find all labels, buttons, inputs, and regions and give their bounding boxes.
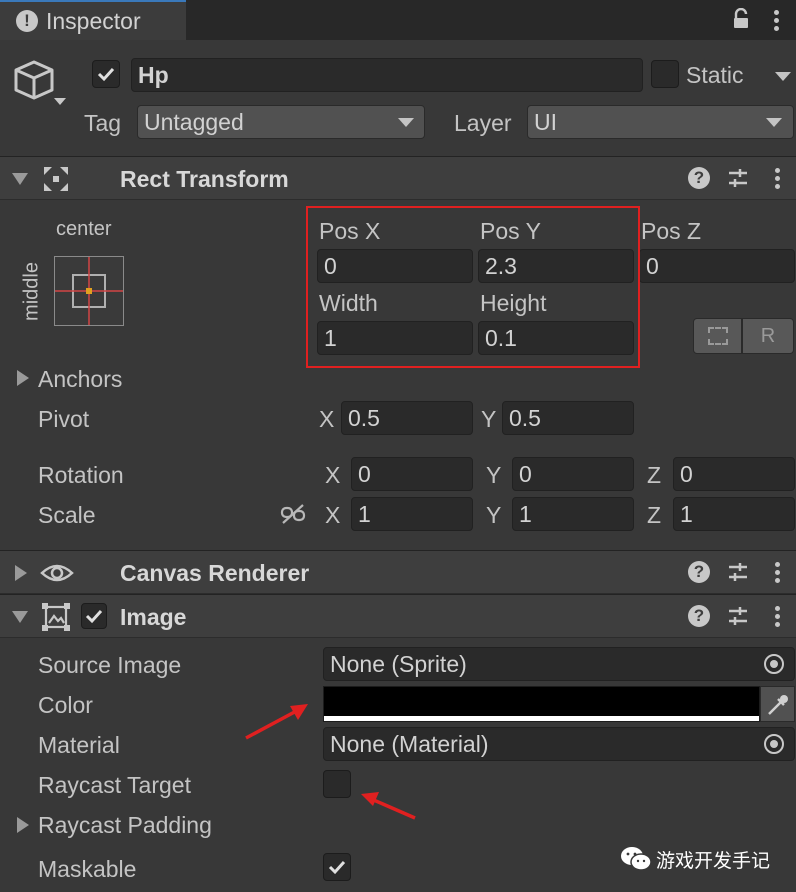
object-name-input[interactable]: Hp (131, 58, 643, 92)
pivot-y-input[interactable]: 0.5 (502, 401, 634, 435)
anchor-v-label: middle (20, 262, 43, 321)
active-checkbox[interactable] (92, 60, 120, 88)
source-image-label: Source Image (38, 652, 182, 678)
static-dropdown-icon[interactable] (775, 72, 791, 81)
pivot-x-input[interactable]: 0.5 (341, 401, 473, 435)
scale-z-label: Z (647, 502, 662, 528)
scale-x-label: X (325, 502, 341, 528)
presets-icon[interactable] (727, 605, 749, 627)
rotation-z-label: Z (647, 462, 662, 488)
material-label: Material (38, 732, 120, 758)
scale-x-input[interactable]: 1 (351, 497, 473, 531)
static-checkbox[interactable] (651, 60, 679, 88)
image-header[interactable]: Image ? (0, 594, 796, 638)
component-menu-icon[interactable] (775, 562, 781, 586)
component-menu-icon[interactable] (775, 606, 781, 630)
image-component-icon (42, 603, 70, 631)
help-icon[interactable]: ? (688, 561, 710, 583)
raycast-padding-label[interactable]: Raycast Padding (38, 812, 212, 839)
presets-icon[interactable] (727, 167, 749, 189)
layer-value: UI (534, 108, 557, 135)
material-value: None (Material) (330, 730, 489, 757)
tag-value: Untagged (144, 108, 244, 135)
chevron-down-icon (766, 118, 782, 127)
color-field[interactable] (323, 686, 760, 722)
lock-icon[interactable] (732, 7, 750, 30)
chevron-down-icon (398, 118, 414, 127)
raycast-target-label: Raycast Target (38, 772, 191, 798)
pivot-label: Pivot (38, 406, 90, 432)
info-icon: ! (16, 10, 38, 32)
static-label: Static (686, 62, 744, 88)
canvas-renderer-title: Canvas Renderer (120, 560, 310, 586)
object-picker-icon[interactable] (764, 654, 784, 674)
tag-label: Tag (84, 110, 122, 136)
rotation-y-label: Y (486, 462, 502, 488)
pivot-y-label: Y (481, 406, 497, 432)
scale-y-input[interactable]: 1 (512, 497, 634, 531)
eyedropper-button[interactable] (760, 686, 795, 722)
annotation-arrow (245, 704, 308, 740)
layer-dropdown[interactable]: UI (527, 105, 794, 139)
component-menu-icon[interactable] (775, 168, 781, 192)
scale-label: Scale (38, 502, 96, 528)
pos-z-input[interactable]: 0 (639, 249, 795, 283)
scale-y-label: Y (486, 502, 502, 528)
constrain-proportions-icon[interactable] (280, 503, 306, 525)
scale-z-input[interactable]: 1 (673, 497, 795, 531)
eyedropper-icon (768, 695, 788, 715)
eye-icon (40, 561, 74, 585)
pos-z-label: Pos Z (641, 218, 702, 244)
layer-label: Layer (454, 110, 512, 136)
material-field[interactable]: None (Material) (323, 727, 795, 761)
anchor-h-label: center (56, 218, 112, 240)
maskable-checkbox[interactable] (323, 853, 351, 881)
watermark-text: 游戏开发手记 (656, 850, 771, 872)
tag-dropdown[interactable]: Untagged (137, 105, 425, 139)
raycast-padding-foldout-icon[interactable] (17, 817, 29, 833)
tab-menu-icon[interactable] (774, 10, 780, 34)
raycast-target-checkbox[interactable] (323, 770, 351, 798)
anchors-foldout-icon[interactable] (17, 370, 29, 386)
image-title: Image (120, 604, 187, 630)
source-image-field[interactable]: None (Sprite) (323, 647, 795, 681)
maskable-label: Maskable (38, 856, 137, 882)
dashed-rect-icon (708, 327, 728, 345)
rotation-label: Rotation (38, 462, 124, 488)
rotation-x-input[interactable]: 0 (351, 457, 473, 491)
presets-icon[interactable] (727, 561, 749, 583)
foldout-arrow-icon[interactable] (12, 173, 28, 185)
help-icon[interactable]: ? (688, 167, 710, 189)
rect-transform-header[interactable]: Rect Transform ? (0, 156, 796, 200)
raw-edit-button[interactable]: R (742, 318, 794, 354)
pivot-x-label: X (319, 406, 335, 432)
rotation-x-label: X (325, 462, 341, 488)
highlight-box (306, 206, 640, 368)
wechat-logo-icon (620, 845, 652, 873)
foldout-arrow-icon[interactable] (12, 611, 28, 623)
annotation-arrow (361, 792, 416, 820)
foldout-arrow-icon[interactable] (15, 565, 27, 581)
tab-inspector[interactable]: ! Inspector (0, 0, 186, 40)
image-enabled-checkbox[interactable] (81, 603, 107, 629)
rotation-y-input[interactable]: 0 (512, 457, 634, 491)
source-image-value: None (Sprite) (330, 650, 467, 677)
gameobject-cube-icon (12, 58, 68, 110)
canvas-renderer-header[interactable]: Canvas Renderer ? (0, 550, 796, 594)
tab-title: Inspector (46, 8, 141, 34)
anchor-preset-button[interactable] (54, 256, 124, 326)
rect-transform-title: Rect Transform (120, 166, 289, 192)
color-label: Color (38, 692, 93, 718)
rect-transform-icon (42, 165, 70, 193)
blueprint-mode-button[interactable] (693, 318, 742, 354)
rotation-z-input[interactable]: 0 (673, 457, 795, 491)
anchors-label[interactable]: Anchors (38, 366, 122, 393)
object-picker-icon[interactable] (764, 734, 784, 754)
help-icon[interactable]: ? (688, 605, 710, 627)
